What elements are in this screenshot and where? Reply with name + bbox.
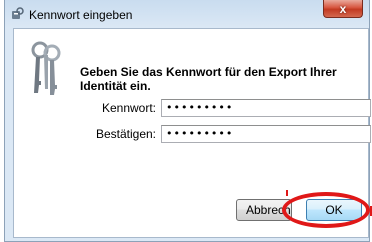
- close-button[interactable]: x: [323, 0, 363, 18]
- title-bar[interactable]: Kennwort eingeben x: [5, 0, 369, 28]
- close-icon: x: [339, 1, 347, 16]
- password-label: Kennwort:: [101, 101, 156, 115]
- cancel-button[interactable]: Abbrechen: [236, 199, 292, 221]
- password-field[interactable]: •••••••••: [161, 99, 371, 117]
- ok-button[interactable]: OK: [306, 199, 362, 221]
- confirm-password-label: Bestätigen:: [95, 127, 156, 141]
- key-window-icon: [11, 7, 25, 21]
- annotation-mark: [286, 190, 288, 196]
- dialog-content: Geben Sie das Kennwort für den Export Ih…: [13, 28, 371, 238]
- dialog-heading: Geben Sie das Kennwort für den Export Ih…: [80, 65, 337, 93]
- keys-icon: [28, 41, 64, 99]
- window-title: Kennwort eingeben: [29, 8, 133, 22]
- confirm-password-field[interactable]: •••••••••: [161, 125, 371, 143]
- dialog-window: Kennwort eingeben x Geben Sie das Kennwo…: [4, 0, 371, 242]
